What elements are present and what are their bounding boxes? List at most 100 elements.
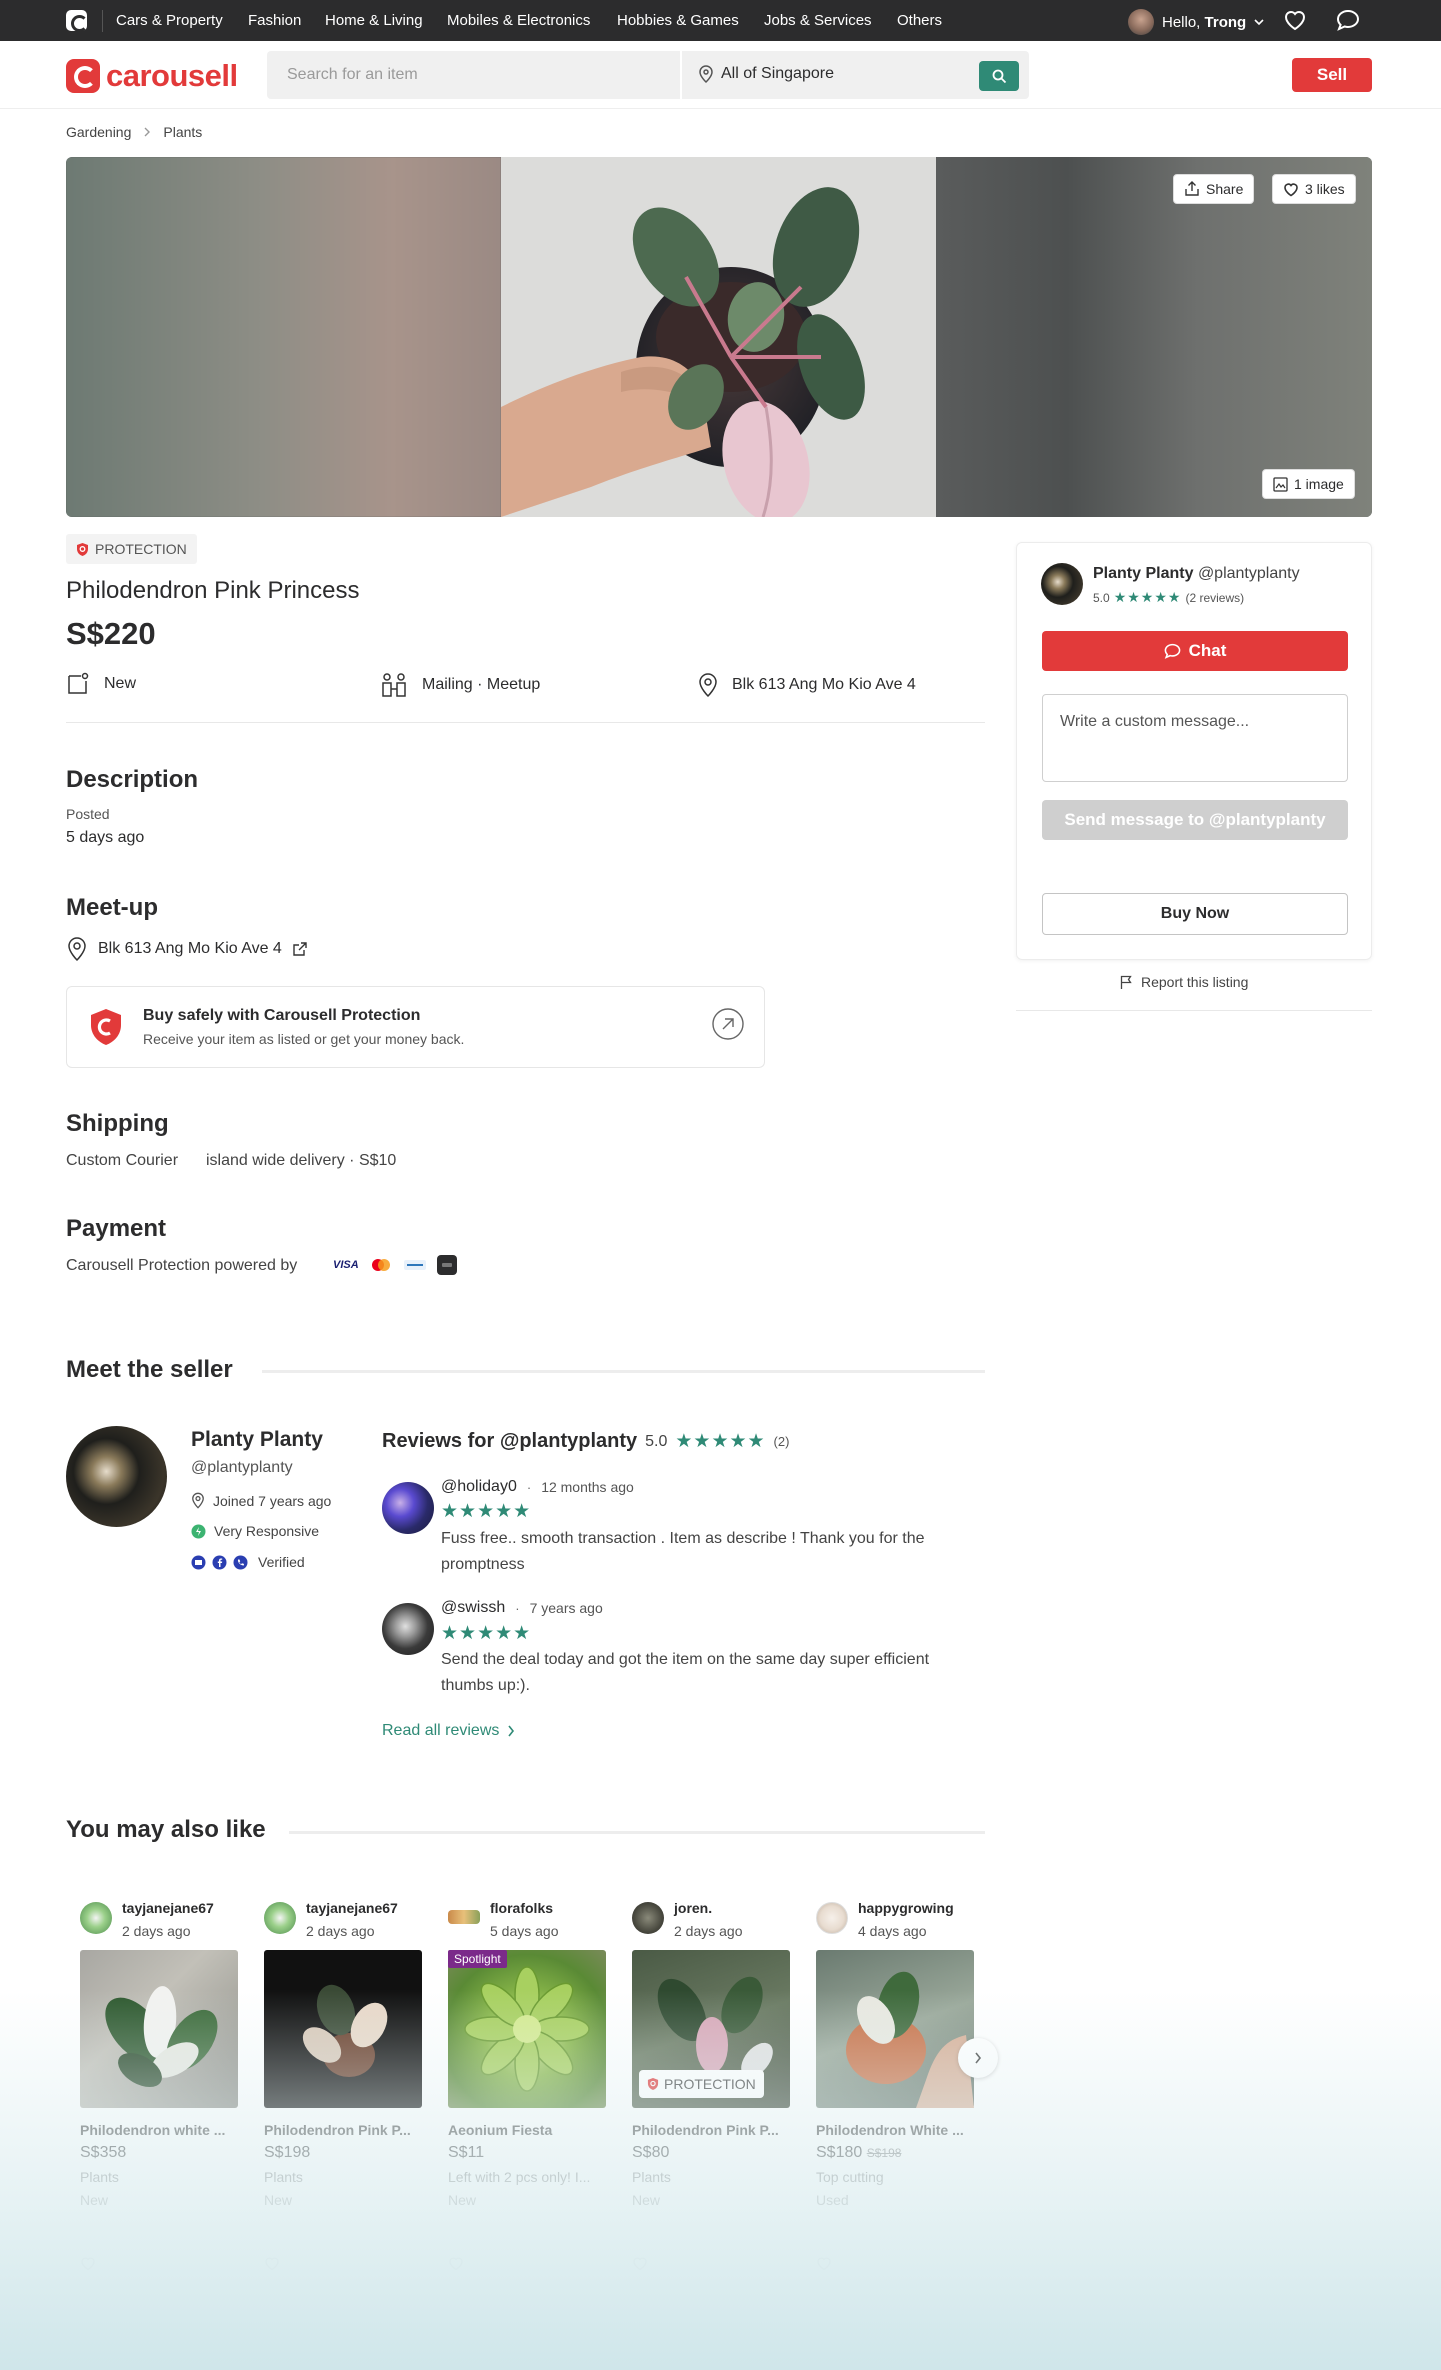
- chat-bubble-icon[interactable]: [1336, 9, 1360, 31]
- breadcrumb: Gardening Plants: [66, 124, 202, 140]
- carousel-next-button[interactable]: [958, 2038, 998, 2078]
- card-category: Top cutting: [816, 2169, 884, 2185]
- heart-icon[interactable]: [1283, 9, 1307, 31]
- card-price: S$80: [632, 2144, 670, 2161]
- heart-icon[interactable]: [264, 2256, 280, 2271]
- card-image[interactable]: [264, 1950, 422, 2108]
- meetup-icon: [382, 673, 406, 697]
- seller-avatar[interactable]: [448, 1910, 480, 1924]
- card-seller-name[interactable]: joren.: [674, 1900, 712, 1916]
- nav-mobiles-electronics[interactable]: Mobiles & Electronics: [447, 12, 590, 29]
- seller-avatar[interactable]: [1041, 563, 1083, 605]
- seller-avatar[interactable]: [632, 1902, 664, 1934]
- shipping-detail: island wide delivery · S$10: [206, 1152, 397, 1169]
- card-time: 2 days ago: [122, 1923, 191, 1939]
- heart-icon[interactable]: [816, 2256, 832, 2271]
- card-category: Plants: [80, 2169, 119, 2185]
- location-label: All of Singapore: [721, 65, 834, 82]
- section-rule: [262, 1370, 985, 1373]
- meet-seller-name[interactable]: Planty Planty: [191, 1428, 323, 1452]
- seller-review-count[interactable]: (2 reviews): [1185, 591, 1244, 605]
- heart-icon: [1284, 182, 1298, 196]
- card-image[interactable]: [816, 1950, 974, 2108]
- sell-button[interactable]: Sell: [1292, 58, 1372, 92]
- seller-large-avatar[interactable]: [66, 1426, 167, 1527]
- card-time: 2 days ago: [306, 1923, 375, 1939]
- seller-avatar[interactable]: [80, 1902, 112, 1934]
- search-input[interactable]: Search for an item: [287, 66, 418, 84]
- card-category: Plants: [632, 2169, 671, 2185]
- meetup-location[interactable]: Blk 613 Ang Mo Kio Ave 4: [66, 936, 308, 962]
- protection-card[interactable]: Buy safely with Carousell Protection Rec…: [66, 986, 765, 1068]
- share-icon: [1185, 181, 1199, 196]
- image-count-button[interactable]: 1 image: [1262, 469, 1355, 499]
- card-price: S$358: [80, 2144, 127, 2161]
- like-button[interactable]: 3 likes: [1272, 174, 1356, 204]
- top-nav: Cars & Property Fashion Home & Living Mo…: [0, 0, 1441, 41]
- card-seller-name[interactable]: tayjanejane67: [122, 1900, 214, 1916]
- card-seller-name[interactable]: happygrowing: [858, 1900, 954, 1916]
- heart-icon[interactable]: [448, 2256, 464, 2271]
- heart-icon[interactable]: [80, 2256, 96, 2271]
- payment-heading: Payment: [66, 1215, 167, 1242]
- card-image[interactable]: [80, 1950, 238, 2108]
- star-rating-icon: ★★★★★: [1113, 589, 1182, 605]
- nav-hobbies-games[interactable]: Hobbies & Games: [617, 12, 739, 29]
- brand-logo[interactable]: carousell: [66, 58, 238, 94]
- recommendations-heading: You may also like: [66, 1816, 266, 1843]
- joined-info: Joined 7 years ago: [191, 1492, 331, 1509]
- divider: [1016, 1010, 1372, 1011]
- reviewer-name[interactable]: @holiday0: [441, 1478, 517, 1496]
- card-seller-name[interactable]: florafolks: [490, 1900, 553, 1916]
- buy-now-button[interactable]: Buy Now: [1042, 893, 1348, 935]
- listing-title: Philodendron Pink Princess: [66, 577, 360, 604]
- image-gallery[interactable]: Share 3 likes 1 image: [66, 157, 1372, 517]
- breadcrumb-gardening[interactable]: Gardening: [66, 124, 131, 140]
- location-selector[interactable]: All of Singapore: [699, 65, 834, 83]
- verified-info: Verified: [191, 1554, 305, 1570]
- breadcrumb-plants[interactable]: Plants: [163, 124, 202, 140]
- nav-jobs-services[interactable]: Jobs & Services: [764, 12, 872, 29]
- custom-message-placeholder: Write a custom message...: [1060, 713, 1250, 730]
- nav-others[interactable]: Others: [897, 12, 942, 29]
- custom-message-input[interactable]: Write a custom message...: [1042, 694, 1348, 782]
- chat-button[interactable]: Chat: [1042, 631, 1348, 671]
- card-seller-name[interactable]: tayjanejane67: [306, 1900, 398, 1916]
- joined-label: Joined 7 years ago: [213, 1492, 332, 1509]
- card-image[interactable]: [448, 1950, 606, 2108]
- send-message-button[interactable]: Send message to @plantyplanty: [1042, 800, 1348, 840]
- reviewer-avatar[interactable]: [382, 1482, 434, 1534]
- search-button[interactable]: [979, 61, 1019, 91]
- card-title: Philodendron White ...: [816, 2122, 964, 2138]
- nav-home-living[interactable]: Home & Living: [325, 12, 423, 29]
- carousell-logo-icon[interactable]: [66, 10, 88, 32]
- read-all-label: Read all reviews: [382, 1722, 500, 1739]
- amex-icon: [403, 1260, 426, 1270]
- external-link-icon[interactable]: [292, 941, 308, 957]
- share-button[interactable]: Share: [1173, 174, 1255, 204]
- heart-icon[interactable]: [632, 2256, 648, 2271]
- review-stars-icon: ★★★★★: [441, 1623, 532, 1644]
- user-menu[interactable]: Hello, Trong: [1128, 9, 1264, 35]
- report-listing-link[interactable]: Report this listing: [1120, 974, 1248, 990]
- user-name: Trong: [1204, 13, 1247, 31]
- card-condition: New: [448, 2192, 477, 2208]
- delivery-label: Mailing · Meetup: [422, 676, 541, 693]
- reviewer-avatar[interactable]: [382, 1603, 434, 1655]
- payment-text: Carousell Protection powered by: [66, 1257, 298, 1274]
- product-photo[interactable]: [501, 157, 936, 517]
- chevron-right-icon: [508, 1725, 515, 1737]
- meetup-heading: Meet-up: [66, 894, 158, 921]
- arrow-up-right-icon[interactable]: [711, 1007, 745, 1041]
- location-pin-icon: [699, 65, 713, 83]
- seller-avatar[interactable]: [264, 1902, 296, 1934]
- share-label: Share: [1206, 181, 1244, 197]
- read-all-reviews-link[interactable]: Read all reviews: [382, 1722, 515, 1740]
- nav-cars-property[interactable]: Cars & Property: [116, 12, 223, 29]
- seller-identity[interactable]: Planty Planty @plantyplanty: [1093, 565, 1300, 583]
- nav-fashion[interactable]: Fashion: [248, 12, 301, 29]
- shipping-heading: Shipping: [66, 1110, 169, 1137]
- reviewer-name[interactable]: @swissh: [441, 1599, 505, 1617]
- seller-avatar[interactable]: [816, 1902, 848, 1934]
- chevron-right-icon: [975, 2052, 982, 2064]
